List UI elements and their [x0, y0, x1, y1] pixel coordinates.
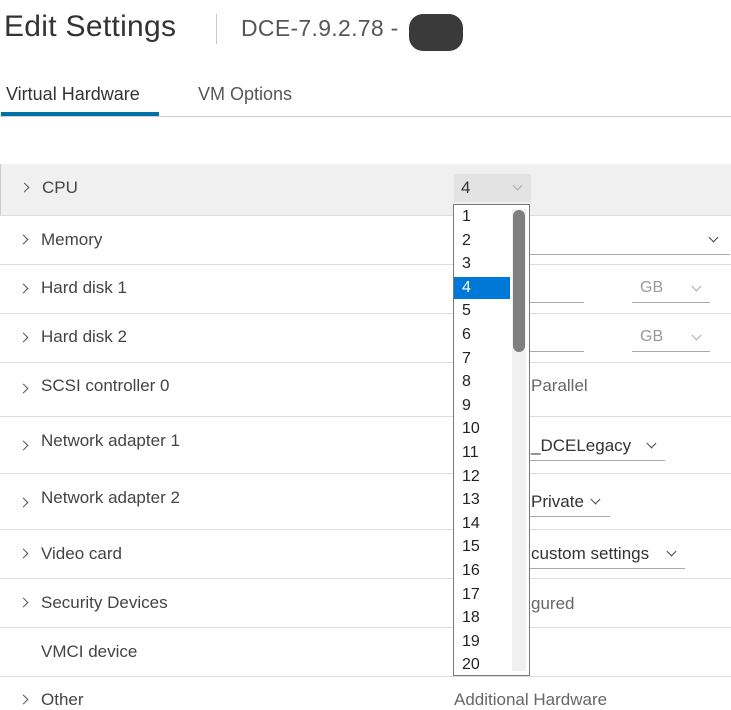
- network-adapter-1-network: _DCELegacy: [531, 436, 632, 455]
- row-label-network-adapter-2: Network adapter 2: [41, 488, 180, 507]
- hard-disk-2-size-input[interactable]: [530, 351, 584, 352]
- cpu-count-select[interactable]: 4: [454, 174, 531, 202]
- cpu-option-20[interactable]: 20: [454, 654, 510, 676]
- cpu-option-7[interactable]: 7: [454, 348, 510, 370]
- cpu-option-9[interactable]: 9: [454, 395, 510, 417]
- cpu-option-2[interactable]: 2: [454, 230, 510, 252]
- cpu-option-13[interactable]: 13: [454, 489, 510, 511]
- row-scsi-controller: SCSI controller 0 Parallel: [0, 363, 731, 417]
- dropdown-scrollbar-thumb[interactable]: [513, 210, 525, 352]
- cpu-option-12[interactable]: 12: [454, 466, 510, 488]
- cpu-option-10[interactable]: 10: [454, 418, 510, 440]
- chevron-right-icon[interactable]: [20, 183, 30, 193]
- hard-disk-2-unit: GB: [640, 328, 664, 345]
- hard-disk-1-unit: GB: [640, 279, 664, 296]
- row-vmci-device: VMCI device: [0, 628, 731, 677]
- chevron-down-icon[interactable]: [668, 550, 676, 558]
- chevron-right-icon[interactable]: [19, 384, 29, 394]
- row-memory: Memory: [0, 216, 731, 265]
- tab-vm-options[interactable]: VM Options: [198, 84, 292, 105]
- other-additional-hardware: Additional Hardware: [454, 690, 608, 709]
- chevron-right-icon[interactable]: [19, 284, 29, 294]
- row-video-card: Video card custom settings: [0, 530, 731, 579]
- network-adapter-2-select[interactable]: [530, 516, 610, 517]
- memory-unit-select[interactable]: [530, 254, 730, 255]
- row-network-adapter-2: Network adapter 2 Private: [0, 474, 731, 530]
- cpu-option-16[interactable]: 16: [454, 560, 510, 582]
- row-other: Other Additional Hardware: [0, 677, 731, 709]
- scsi-controller-type: Parallel: [531, 376, 588, 395]
- hard-disk-1-unit-select[interactable]: [632, 302, 710, 303]
- tab-virtual-hardware[interactable]: Virtual Hardware: [6, 84, 140, 105]
- row-cpu: CPU: [0, 164, 731, 216]
- cpu-option-11[interactable]: 11: [454, 442, 510, 464]
- row-label-vmci-device: VMCI device: [41, 642, 138, 661]
- row-network-adapter-1: Network adapter 1 _DCELegacy: [0, 417, 731, 474]
- redacted-text: [409, 14, 463, 51]
- cpu-count-dropdown[interactable]: 1 2 3 4 5 6 7 8 9 10 11 12 13 14 15 16 17 18 19 20: [453, 204, 530, 676]
- row-label-scsi-controller: SCSI controller 0: [41, 376, 170, 395]
- row-label-video-card: Video card: [41, 544, 122, 563]
- row-security-devices: Security Devices gured: [0, 579, 731, 628]
- chevron-right-icon[interactable]: [19, 549, 29, 559]
- network-adapter-2-network: Private: [531, 492, 584, 511]
- row-label-other: Other: [41, 690, 84, 709]
- row-label-hard-disk-2: Hard disk 2: [41, 327, 127, 346]
- cpu-option-6[interactable]: 6: [454, 324, 510, 346]
- cpu-option-18[interactable]: 18: [454, 607, 510, 629]
- chevron-right-icon[interactable]: [19, 235, 29, 245]
- hard-disk-2-unit-select[interactable]: [632, 351, 710, 352]
- row-label-hard-disk-1: Hard disk 1: [41, 278, 127, 297]
- dialog-header: Edit Settings DCE-7.9.2.78 -: [0, 0, 731, 60]
- chevron-down-icon[interactable]: [514, 184, 522, 192]
- cpu-option-3[interactable]: 3: [454, 253, 510, 275]
- security-devices-status: gured: [531, 594, 575, 613]
- video-card-settings: custom settings: [531, 544, 650, 563]
- active-tab-indicator: [1, 112, 159, 116]
- chevron-down-icon[interactable]: [592, 498, 600, 506]
- chevron-down-icon[interactable]: [648, 442, 656, 450]
- chevron-down-icon[interactable]: [693, 334, 701, 342]
- cpu-option-4[interactable]: 4: [454, 276, 510, 299]
- row-label-cpu: CPU: [42, 178, 78, 197]
- hard-disk-1-size-input[interactable]: [530, 302, 584, 303]
- cpu-option-8[interactable]: 8: [454, 371, 510, 393]
- cpu-option-15[interactable]: 15: [454, 536, 510, 558]
- cpu-option-5[interactable]: 5: [454, 300, 510, 322]
- title-separator: [216, 14, 217, 44]
- cpu-option-19[interactable]: 19: [454, 631, 510, 653]
- chevron-right-icon[interactable]: [19, 333, 29, 343]
- row-hard-disk-2: Hard disk 2 GB: [0, 314, 731, 363]
- tab-bar: Virtual Hardware VM Options: [0, 80, 731, 117]
- video-card-select[interactable]: [530, 568, 685, 569]
- chevron-right-icon[interactable]: [19, 598, 29, 608]
- row-label-memory: Memory: [41, 230, 103, 249]
- chevron-right-icon[interactable]: [19, 695, 29, 705]
- chevron-down-icon[interactable]: [693, 285, 701, 293]
- cpu-option-14[interactable]: 14: [454, 513, 510, 535]
- dialog-title: Edit Settings: [4, 10, 177, 43]
- row-label-security-devices: Security Devices: [41, 593, 168, 612]
- row-hard-disk-1: Hard disk 1 GB: [0, 265, 731, 314]
- chevron-right-icon[interactable]: [19, 498, 29, 508]
- vm-name: DCE-7.9.2.78 -: [241, 15, 399, 41]
- cpu-count-value: 4: [461, 178, 471, 197]
- row-label-network-adapter-1: Network adapter 1: [41, 431, 180, 450]
- network-adapter-1-select[interactable]: [530, 460, 665, 461]
- cpu-option-1[interactable]: 1: [454, 206, 510, 228]
- chevron-right-icon[interactable]: [19, 441, 29, 451]
- cpu-option-17[interactable]: 17: [454, 584, 510, 606]
- chevron-down-icon[interactable]: [710, 236, 718, 244]
